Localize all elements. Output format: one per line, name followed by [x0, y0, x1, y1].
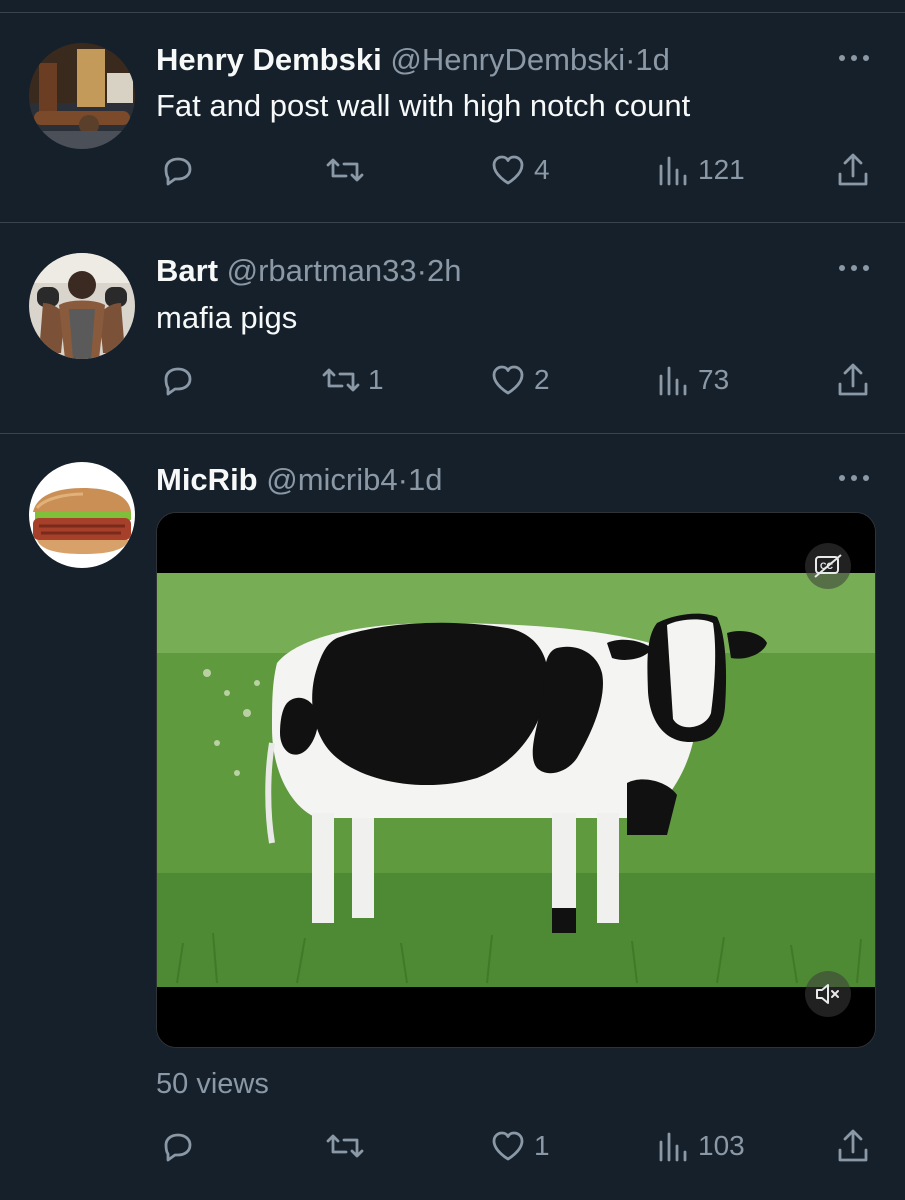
cigar-box-avatar-icon [29, 43, 135, 149]
retweet-button[interactable] [324, 1126, 372, 1166]
share-icon [838, 1129, 868, 1162]
retweet-icon [326, 1134, 364, 1158]
handle[interactable]: @HenryDembski [390, 42, 625, 77]
retweet-icon [326, 158, 364, 182]
retweet-button[interactable] [324, 150, 372, 190]
mute-button[interactable] [805, 971, 851, 1017]
handle[interactable]: @micrib4 [266, 462, 397, 497]
like-count: 1 [534, 1130, 550, 1161]
retweet-icon [322, 368, 360, 392]
reply-icon [164, 1133, 192, 1162]
views-button[interactable]: 103 [656, 1126, 745, 1166]
tweet-header: MicRib @micrib4·1d [156, 462, 442, 498]
tweet-text: Fat and post wall with high notch count [156, 88, 691, 123]
captions-off-icon: CC [814, 554, 842, 578]
separator: · [397, 462, 408, 497]
share-icon [838, 363, 868, 396]
display-name[interactable]: Henry Dembski [156, 42, 382, 77]
cow-video-frame [157, 513, 875, 1047]
display-name[interactable]: MicRib [156, 462, 258, 497]
like-button[interactable]: 4 [488, 150, 550, 190]
display-name[interactable]: Bart [156, 253, 218, 288]
like-button[interactable]: 1 [488, 1126, 550, 1166]
reply-icon [164, 157, 192, 186]
avatar[interactable] [29, 253, 135, 359]
handle[interactable]: @rbartman33 [227, 253, 417, 288]
tweet-bart[interactable]: Bart @rbartman33·2h mafia pigs 1 2 73 [0, 223, 905, 433]
timestamp[interactable]: 1d [408, 462, 442, 497]
muted-speaker-icon [816, 984, 839, 1004]
like-count: 4 [534, 154, 550, 185]
reply-button[interactable] [158, 360, 204, 400]
share-icon [838, 153, 868, 186]
analytics-bar-icon [659, 1132, 687, 1162]
tweet-text: mafia pigs [156, 300, 298, 335]
timestamp[interactable]: 2h [427, 253, 461, 288]
more-options-icon[interactable] [836, 48, 872, 68]
gym-lifter-avatar-icon [29, 253, 135, 359]
view-count: 73 [698, 364, 730, 395]
video-player[interactable]: CC [156, 512, 876, 1048]
view-count: 121 [698, 154, 745, 185]
share-button[interactable] [834, 1126, 872, 1166]
tweet-header: Henry Dembski @HenryDembski·1d [156, 42, 670, 78]
separator: · [416, 253, 427, 288]
video-view-count: 50 views [156, 1068, 269, 1101]
views-button[interactable]: 121 [656, 150, 745, 190]
timestamp[interactable]: 1d [635, 42, 669, 77]
separator: · [625, 42, 636, 77]
view-count: 103 [698, 1130, 745, 1161]
heart-icon [492, 155, 524, 185]
reply-button[interactable] [158, 1126, 204, 1166]
reply-button[interactable] [158, 150, 204, 190]
retweet-button[interactable]: 1 [320, 360, 384, 400]
heart-icon [492, 365, 524, 395]
like-button[interactable]: 2 [488, 360, 550, 400]
views-label: 50 views [156, 1068, 269, 1100]
tweet-henry-dembski[interactable]: Henry Dembski @HenryDembski·1d Fat and p… [0, 0, 905, 222]
share-button[interactable] [834, 360, 872, 400]
avatar[interactable] [29, 462, 135, 568]
analytics-bar-icon [659, 156, 687, 186]
share-button[interactable] [834, 150, 872, 190]
avatar[interactable] [29, 43, 135, 149]
more-options-icon[interactable] [836, 258, 872, 278]
reply-icon [164, 367, 192, 396]
captions-off-button[interactable]: CC [805, 543, 851, 589]
retweet-count: 1 [368, 364, 384, 395]
analytics-bar-icon [659, 366, 687, 396]
views-button[interactable]: 73 [656, 360, 729, 400]
rib-sandwich-avatar-icon [29, 462, 135, 568]
like-count: 2 [534, 364, 550, 395]
more-options-icon[interactable] [836, 468, 872, 488]
heart-icon [492, 1131, 524, 1161]
tweet-header: Bart @rbartman33·2h [156, 253, 461, 289]
